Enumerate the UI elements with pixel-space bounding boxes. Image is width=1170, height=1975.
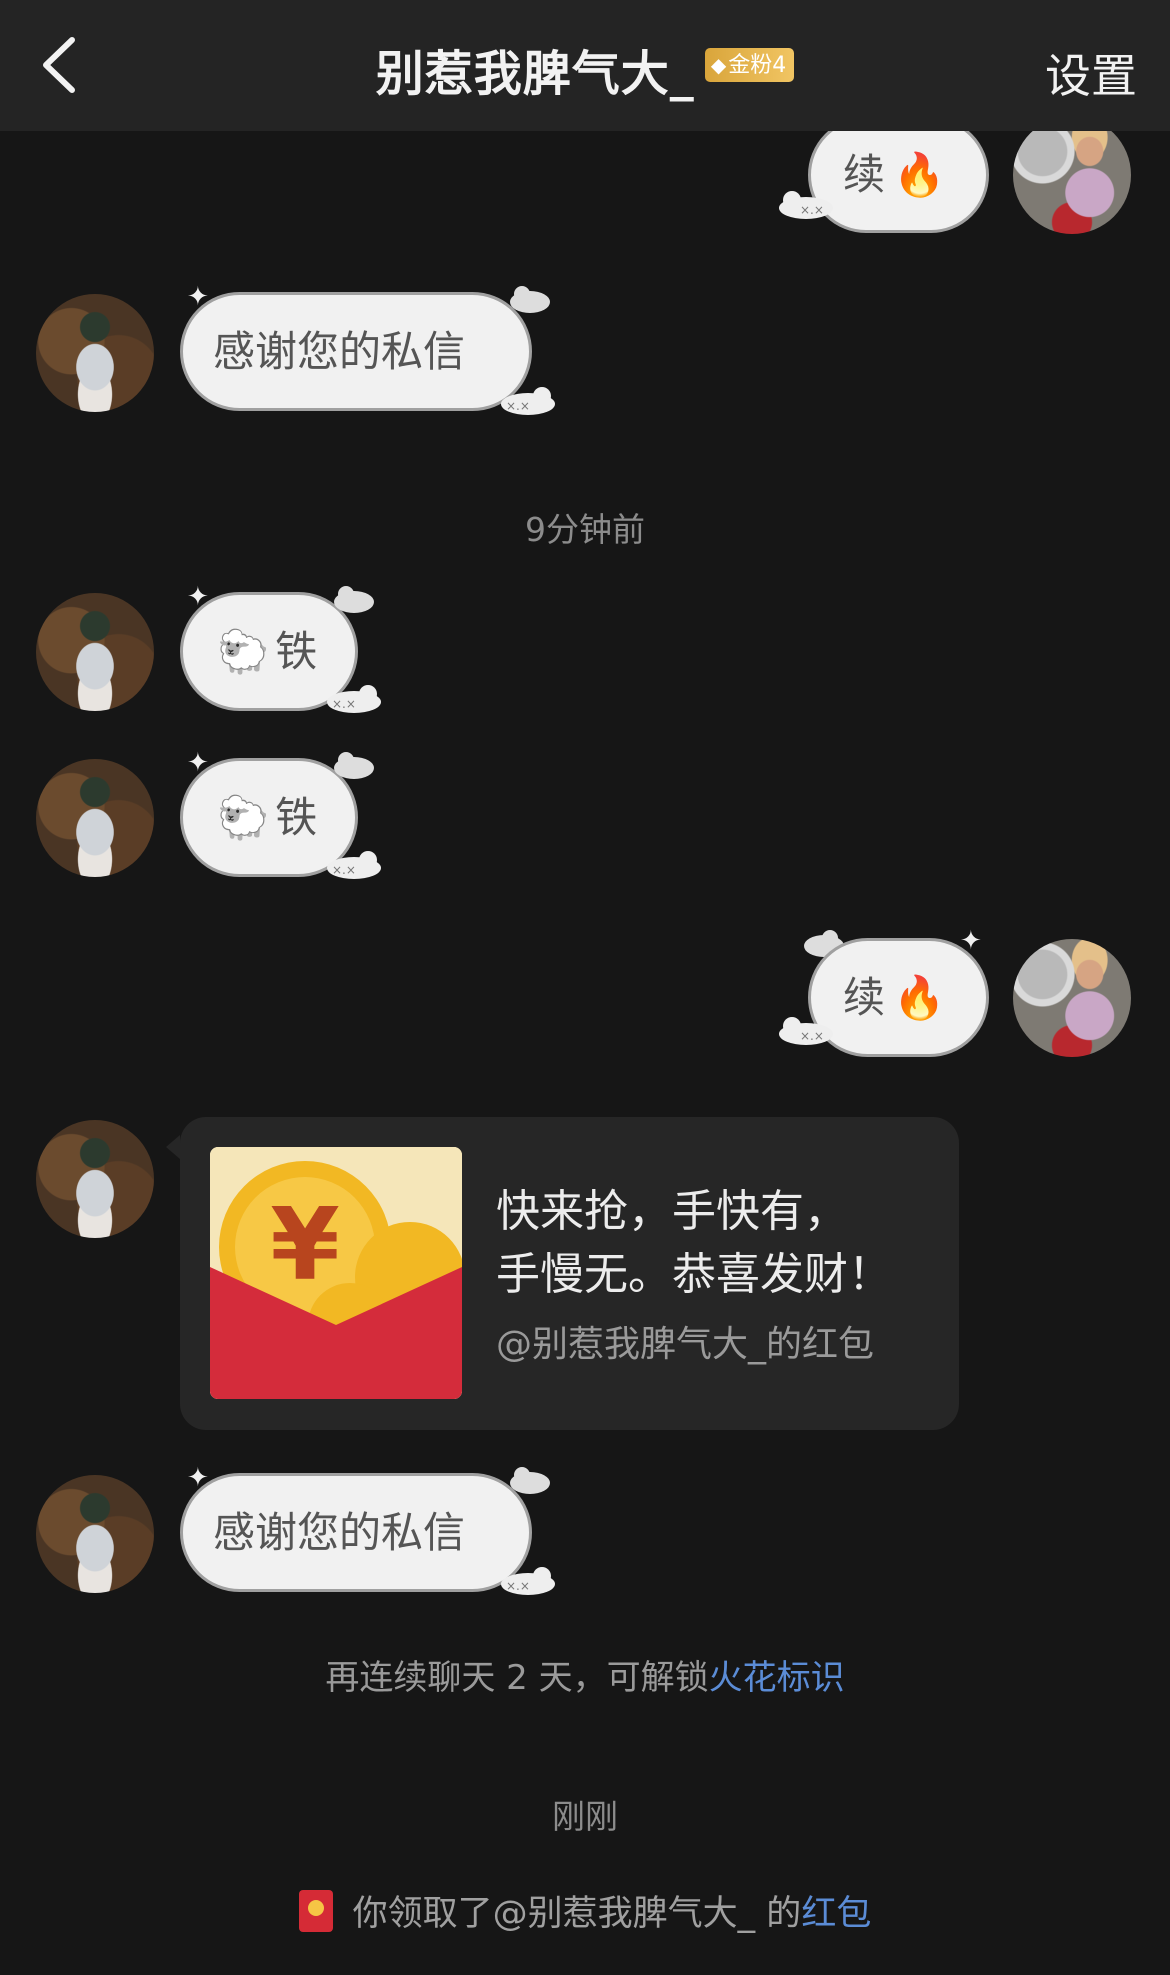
ghost-sticker-icon	[334, 586, 374, 613]
sheep-emoji: 🐑	[217, 626, 270, 676]
streak-hint-text: 再连续聊天 2 天，可解锁	[325, 1658, 709, 1698]
svg-text:×.×: ×.×	[332, 863, 356, 877]
message-text: 铁	[275, 626, 318, 676]
fan-level-badge: ◆金粉4	[704, 48, 795, 82]
fan-level-label: 金粉4	[728, 53, 787, 78]
message-bubble-other[interactable]: 感谢您的私信	[180, 1473, 532, 1592]
chat-header: 别惹我脾气大_ ◆金粉4 设置	[0, 0, 1170, 131]
contact-avatar[interactable]	[36, 294, 154, 412]
ghost-sticker-icon: ×.×	[501, 387, 555, 415]
red-packet-line-1: 快来抢，手快有，	[496, 1186, 848, 1237]
streak-hint: 再连续聊天 2 天，可解锁火花标识	[0, 1650, 1170, 1699]
ghost-sticker-icon: ×.×	[501, 1567, 555, 1595]
svg-text:×.×: ×.×	[506, 1579, 530, 1593]
ghost-sticker-icon: ×.×	[327, 685, 381, 713]
svg-text:×.×: ×.×	[800, 203, 824, 217]
red-packet-sender: @别惹我脾气大_的红包	[496, 1324, 875, 1365]
contact-avatar[interactable]	[36, 759, 154, 877]
red-packet-icon	[298, 1890, 333, 1932]
red-packet-claim-notice: 你领取了@别惹我脾气大_ 的红包	[0, 1885, 1170, 1936]
red-packet-message: 快来抢，手快有， 手慢无。恭喜发财！	[496, 1180, 936, 1306]
message-text: 铁	[275, 792, 318, 842]
contact-avatar[interactable]	[36, 1475, 154, 1593]
message-text: 续	[843, 150, 886, 199]
timestamp: 刚刚	[552, 1797, 618, 1836]
coin-envelope-icon: ¥	[210, 1147, 462, 1399]
my-avatar[interactable]	[1013, 116, 1131, 234]
title-area: 别惹我脾气大_ ◆金粉4	[0, 34, 1170, 102]
message-bubble-other[interactable]: 感谢您的私信	[180, 292, 532, 411]
ghost-sticker-icon	[510, 1467, 550, 1494]
svg-text:¥: ¥	[270, 1186, 340, 1303]
message-text: 感谢您的私信	[213, 1507, 466, 1557]
message-text: 感谢您的私信	[213, 326, 466, 376]
spark-badge-link[interactable]: 火花标识	[709, 1658, 845, 1698]
contact-avatar[interactable]	[36, 593, 154, 711]
diamond-icon: ◆	[710, 53, 727, 77]
contact-avatar[interactable]	[36, 1120, 154, 1238]
claim-text: 你领取了@别惹我脾气大_ 的	[352, 1894, 802, 1934]
svg-text:×.×: ×.×	[506, 399, 530, 413]
red-packet-line-2: 手慢无。恭喜发财！	[496, 1249, 892, 1300]
message-text: 续	[843, 972, 886, 1022]
ghost-sticker-icon	[510, 286, 550, 313]
ghost-sticker-icon: ×.×	[779, 1017, 833, 1045]
sheep-emoji: 🐑	[217, 792, 270, 842]
chat-title: 别惹我脾气大_	[375, 46, 695, 102]
ghost-sticker-icon	[334, 752, 374, 779]
settings-button[interactable]: 设置	[1045, 40, 1137, 106]
fire-emoji: 🔥	[893, 150, 946, 199]
my-avatar[interactable]	[1013, 939, 1131, 1057]
ghost-sticker-icon: ×.×	[327, 851, 381, 879]
red-packet-thumbnail: ¥	[210, 1147, 462, 1399]
ghost-sticker-icon: ×.×	[779, 191, 833, 219]
svg-text:×.×: ×.×	[800, 1029, 824, 1043]
timestamp: 9分钟前	[525, 510, 645, 549]
red-packet-card[interactable]: ¥ 快来抢，手快有， 手慢无。恭喜发财！ @别惹我脾气大_的红包	[166, 1117, 959, 1430]
fire-emoji: 🔥	[893, 972, 946, 1022]
svg-text:×.×: ×.×	[332, 697, 356, 711]
red-packet-link[interactable]: 红包	[801, 1894, 871, 1934]
